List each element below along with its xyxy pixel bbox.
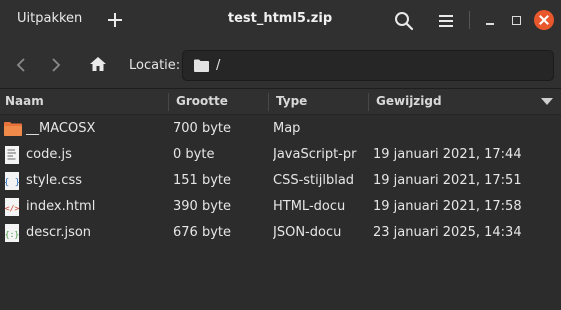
maximize-icon[interactable] [506, 10, 526, 30]
file-size: 0 byte [173, 147, 215, 162]
file-type: HTML-docu [273, 199, 346, 214]
css-file-icon: { } [3, 171, 21, 191]
minimize-icon[interactable] [480, 10, 500, 30]
extract-button[interactable]: Uitpakken [17, 11, 82, 26]
html-file-icon: </> [3, 197, 21, 217]
header-separator [469, 11, 470, 29]
file-modified: 19 januari 2021, 17:58 [373, 199, 522, 214]
json-file-icon: {:} [3, 223, 21, 243]
file-modified: 19 januari 2021, 17:51 [373, 173, 522, 188]
file-name: descr.json [26, 225, 92, 240]
header-bar: Uitpakken test_html5.zip [0, 0, 561, 41]
list-item[interactable]: code.js 0 byte JavaScript-pr 19 januari … [0, 142, 561, 168]
location-label: Locatie: [129, 58, 181, 73]
list-item[interactable]: {:} descr.json 676 byte JSON-docu 23 jan… [0, 220, 561, 246]
location-path: / [216, 58, 221, 73]
file-name: index.html [26, 199, 96, 214]
file-list: __MACOSX 700 byte Map code.js 0 byte Jav… [0, 116, 561, 310]
file-size: 676 byte [173, 225, 231, 240]
column-name-header[interactable]: Naam [5, 89, 44, 115]
location-field[interactable]: / [182, 50, 554, 81]
text-file-icon [3, 145, 21, 165]
column-divider[interactable] [268, 93, 269, 111]
svg-text:</>: </> [5, 204, 20, 213]
folder-icon [3, 119, 22, 139]
file-size: 390 byte [173, 199, 231, 214]
list-item[interactable]: </> index.html 390 byte HTML-docu 19 jan… [0, 194, 561, 220]
file-name: code.js [26, 147, 72, 162]
file-modified: 19 januari 2021, 17:44 [373, 147, 522, 162]
forward-arrow-icon[interactable] [46, 55, 66, 75]
column-type-header[interactable]: Type [276, 89, 307, 115]
svg-text:{ }: { } [4, 178, 20, 188]
column-header-row: Naam Grootte Type Gewijzigd [0, 89, 561, 115]
file-type: JavaScript-pr [273, 147, 357, 162]
file-type: Map [273, 121, 301, 136]
column-size-header[interactable]: Grootte [176, 89, 228, 115]
svg-text:{:}: {:} [5, 230, 19, 239]
add-button[interactable] [104, 9, 126, 31]
back-arrow-icon[interactable] [11, 55, 31, 75]
list-item[interactable]: { } style.css 151 byte CSS-stijlblad 19 … [0, 168, 561, 194]
file-modified: 23 januari 2025, 14:34 [373, 225, 522, 240]
file-type: JSON-docu [273, 225, 342, 240]
search-icon[interactable] [392, 9, 416, 33]
file-type: CSS-stijlblad [273, 173, 355, 188]
file-name: __MACOSX [26, 121, 96, 136]
column-divider[interactable] [168, 93, 169, 111]
column-divider[interactable] [368, 93, 369, 111]
sort-descending-icon[interactable] [541, 98, 553, 105]
folder-icon [193, 58, 210, 73]
window-title: test_html5.zip [227, 11, 333, 26]
location-toolbar: Locatie: / [0, 41, 561, 89]
file-size: 700 byte [173, 121, 231, 136]
file-name: style.css [26, 173, 82, 188]
file-size: 151 byte [173, 173, 231, 188]
column-modified-header[interactable]: Gewijzigd [376, 89, 442, 115]
list-item[interactable]: __MACOSX 700 byte Map [0, 116, 561, 142]
close-icon[interactable] [534, 10, 554, 30]
hamburger-menu-icon[interactable] [434, 9, 458, 33]
home-icon[interactable] [88, 54, 108, 74]
